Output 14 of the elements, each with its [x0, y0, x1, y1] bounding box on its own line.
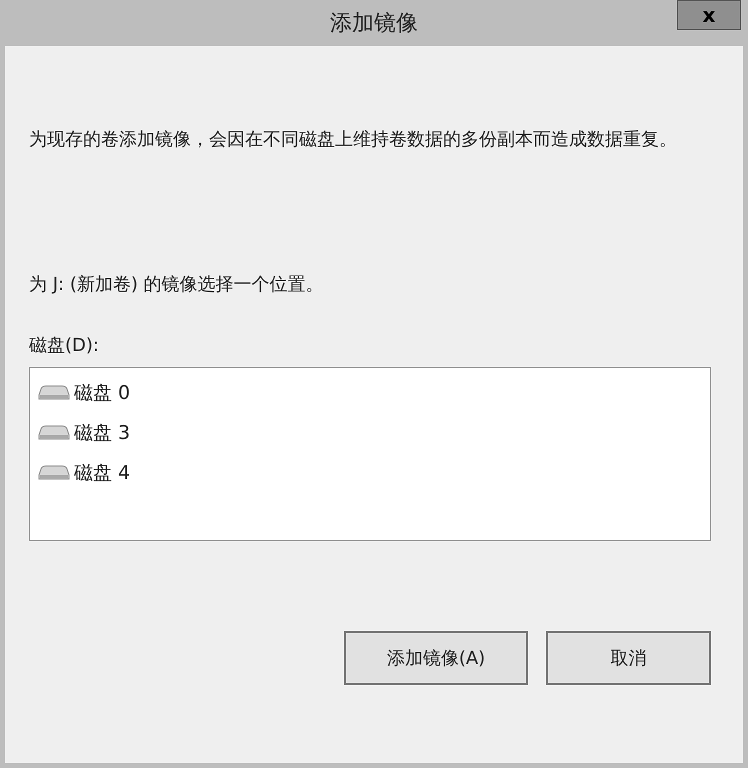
description-text: 为现存的卷添加镜像，会因在不同磁盘上维持卷数据的多份副本而造成数据重复。 — [29, 128, 678, 152]
disk-drive-icon — [38, 465, 70, 481]
add-mirror-button[interactable]: 添加镜像(A) — [344, 631, 528, 685]
disk-list-item[interactable]: 磁盘 4 — [38, 458, 702, 488]
disk-list-label: 磁盘(D): — [29, 334, 100, 358]
disk-list[interactable]: 磁盘 0 磁盘 3 磁盘 4 — [29, 367, 711, 541]
disk-list-item[interactable]: 磁盘 3 — [38, 418, 702, 448]
close-button[interactable]: x — [677, 0, 741, 30]
window-title: 添加镜像 — [330, 10, 418, 38]
cancel-button[interactable]: 取消 — [546, 631, 711, 685]
disk-drive-icon — [38, 385, 70, 401]
disk-drive-icon — [38, 425, 70, 441]
prompt-text: 为 J: (新加卷) 的镜像选择一个位置。 — [29, 273, 325, 297]
disk-list-item[interactable]: 磁盘 0 — [38, 378, 702, 408]
